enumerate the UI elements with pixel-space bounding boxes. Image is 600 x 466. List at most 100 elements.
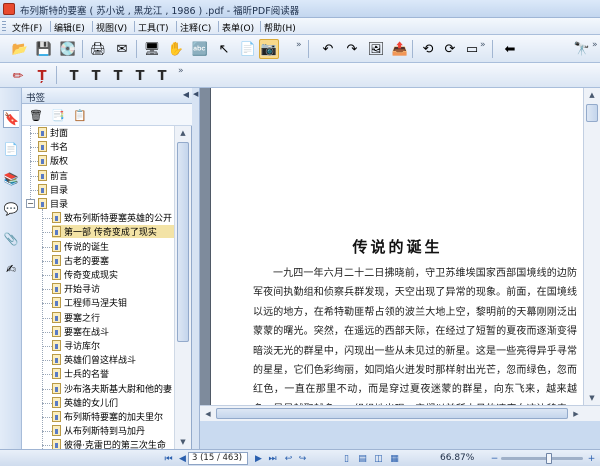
bookmark-item[interactable]: 传奇变成现实 <box>52 268 174 281</box>
delete-bookmark-button[interactable]: 🗑 <box>28 107 44 123</box>
overflow-chevron-icon[interactable]: » <box>592 40 598 50</box>
scroll-right-icon[interactable]: ▶ <box>569 407 583 421</box>
overflow-chevron-icon[interactable]: » <box>480 40 486 50</box>
bookmark-item[interactable]: 士兵的名誉 <box>52 367 174 380</box>
open-button[interactable]: 📂 <box>10 39 30 59</box>
first-page-button[interactable]: ⏮ <box>162 452 175 465</box>
select-text-button[interactable]: 🔤 <box>190 39 210 59</box>
scroll-down-icon[interactable]: ▼ <box>175 435 191 449</box>
scroll-thumb[interactable] <box>216 408 568 419</box>
bookmark-item[interactable]: 要塞之行 <box>52 311 174 324</box>
continuous-facing-button[interactable]: ▦ <box>388 452 401 465</box>
menu-comment[interactable]: 注释(C) <box>180 21 211 34</box>
prev-page-button[interactable]: ◀ <box>176 452 189 465</box>
add-bookmark-button[interactable]: 📑 <box>50 107 66 123</box>
menu-form[interactable]: 表单(O) <box>222 21 254 34</box>
full-screen-button[interactable]: 🖥 <box>142 39 162 59</box>
scroll-up-icon[interactable]: ▲ <box>175 126 191 140</box>
facing-button[interactable]: ◫ <box>372 452 385 465</box>
bookmark-item[interactable]: 英雄们曾这样战斗 <box>52 353 174 366</box>
back-button[interactable]: ⬅ <box>500 39 520 59</box>
bookmark-item[interactable]: 版权 <box>38 154 68 167</box>
rotate-left-button[interactable]: ⟲ <box>418 39 438 59</box>
menu-file[interactable]: 文件(F) <box>12 21 42 34</box>
tab-layers[interactable]: 📚 <box>3 170 19 188</box>
page-view-button[interactable]: ▭ <box>462 39 482 59</box>
prev-view-button[interactable]: ↩ <box>282 452 295 465</box>
strikeout-button[interactable]: T <box>130 66 150 86</box>
tab-pages[interactable]: 📄 <box>3 140 19 158</box>
zoom-slider-track[interactable] <box>501 457 583 460</box>
highlight-button[interactable]: T <box>108 66 128 86</box>
pdf-page[interactable]: 传说的诞生 一九四一年六月二十二日拂晓前，守卫苏维埃国家西部国境线的边防军夜间执… <box>210 88 583 405</box>
menu-help[interactable]: 帮助(H) <box>264 21 296 34</box>
tab-bookmarks[interactable]: 🔖 <box>3 110 19 128</box>
scroll-up-icon[interactable]: ▲ <box>584 88 600 102</box>
next-page-button[interactable]: ▶ <box>252 452 265 465</box>
bookmark-item[interactable]: 寻访库尔 <box>52 339 174 352</box>
menu-edit[interactable]: 编辑(E) <box>54 21 85 34</box>
bookmark-item[interactable]: 古老的要塞 <box>52 254 174 267</box>
document-vscrollbar[interactable]: ▲ ▼ <box>583 88 600 405</box>
zoom-out-button[interactable]: − <box>488 452 501 465</box>
scroll-down-icon[interactable]: ▼ <box>584 391 600 405</box>
note-button[interactable]: ✏ <box>8 66 28 86</box>
snapshot-button[interactable]: 📷 <box>259 39 279 59</box>
bookmark-item[interactable]: 目录 <box>38 183 68 196</box>
overflow-chevron-icon[interactable]: » <box>178 66 184 76</box>
image-button[interactable]: 🖼 <box>366 39 386 59</box>
snapshot-doc-button[interactable]: 📄 <box>238 39 258 59</box>
zoom-slider-thumb[interactable] <box>545 453 552 464</box>
bookmark-item[interactable]: 致布列斯特要塞英雄的公开 <box>52 211 174 224</box>
page-number-input[interactable]: 3 (15 / 463) <box>188 452 248 465</box>
document-hscrollbar[interactable]: ◀ ▶ <box>200 405 600 421</box>
save-as-button[interactable]: 💽 <box>58 39 78 59</box>
bookmark-item[interactable]: 彼得·克雷巴的第三次生命 <box>52 438 174 449</box>
tab-comments[interactable]: 💬 <box>3 200 19 218</box>
bookmark-item[interactable]: 前言 <box>38 169 68 182</box>
collapse-node-icon[interactable]: − <box>26 199 35 208</box>
bookmark-item[interactable]: 书名 <box>38 140 68 153</box>
print-button[interactable]: 🖨 <box>88 39 108 59</box>
zoom-in-button[interactable]: + <box>585 452 598 465</box>
bookmark-item[interactable]: 开始寻访 <box>52 282 174 295</box>
single-page-button[interactable]: ▯ <box>340 452 353 465</box>
redo-button[interactable]: ↷ <box>342 39 362 59</box>
save-button[interactable]: 💾 <box>34 39 54 59</box>
bookmark-item[interactable]: 沙布洛夫斯基大尉和他的妻 <box>52 382 174 395</box>
callout-button[interactable]: Ț <box>32 66 52 86</box>
scroll-thumb[interactable] <box>586 104 598 122</box>
overflow-chevron-icon[interactable]: » <box>296 40 302 50</box>
hand-tool-button[interactable]: ✋ <box>166 39 186 59</box>
typewriter-button[interactable]: T <box>64 66 84 86</box>
export-button[interactable]: 📤 <box>390 39 410 59</box>
next-view-button[interactable]: ↪ <box>296 452 309 465</box>
continuous-button[interactable]: ▤ <box>356 452 369 465</box>
tab-signatures[interactable]: ✍ <box>3 260 19 278</box>
bookmark-item[interactable]: 从布列斯特到马加丹 <box>52 424 174 437</box>
bookmark-item[interactable]: 封面 <box>38 126 68 139</box>
scroll-left-icon[interactable]: ◀ <box>201 407 215 421</box>
undo-button[interactable]: ↶ <box>318 39 338 59</box>
last-page-button[interactable]: ⏭ <box>266 452 279 465</box>
tab-attachments[interactable]: 📎 <box>3 230 19 248</box>
bookmark-item[interactable]: 英雄的女儿们 <box>52 396 174 409</box>
menu-view[interactable]: 视图(V) <box>96 21 127 34</box>
scroll-thumb[interactable] <box>177 142 189 342</box>
select-button[interactable]: ↖ <box>214 39 234 59</box>
menu-tools[interactable]: 工具(T) <box>138 21 169 34</box>
rotate-right-button[interactable]: ⟳ <box>440 39 460 59</box>
bookmark-scrollbar[interactable]: ▲ ▼ <box>174 126 191 449</box>
bookmark-item[interactable]: 要塞在战斗 <box>52 325 174 338</box>
bookmark-item[interactable]: 布列斯特要塞的加夫里尔 <box>52 410 174 423</box>
email-button[interactable]: ✉ <box>112 39 132 59</box>
textbox-button[interactable]: T <box>86 66 106 86</box>
document-area[interactable]: 传说的诞生 一九四一年六月二十二日拂晓前，守卫苏维埃国家西部国境线的边防军夜间执… <box>200 88 583 405</box>
bookmark-item[interactable]: 传说的诞生 <box>52 240 174 253</box>
splitter-arrow-icon[interactable]: ◀ <box>193 90 198 98</box>
bookmark-properties-button[interactable]: 📋 <box>72 107 88 123</box>
bookmark-item[interactable]: 工程师马涅夫钼 <box>52 296 174 309</box>
panel-splitter[interactable]: ◀ <box>192 88 200 449</box>
collapse-panel-icon[interactable]: ◀ <box>183 90 189 99</box>
underline-button[interactable]: T <box>152 66 172 86</box>
